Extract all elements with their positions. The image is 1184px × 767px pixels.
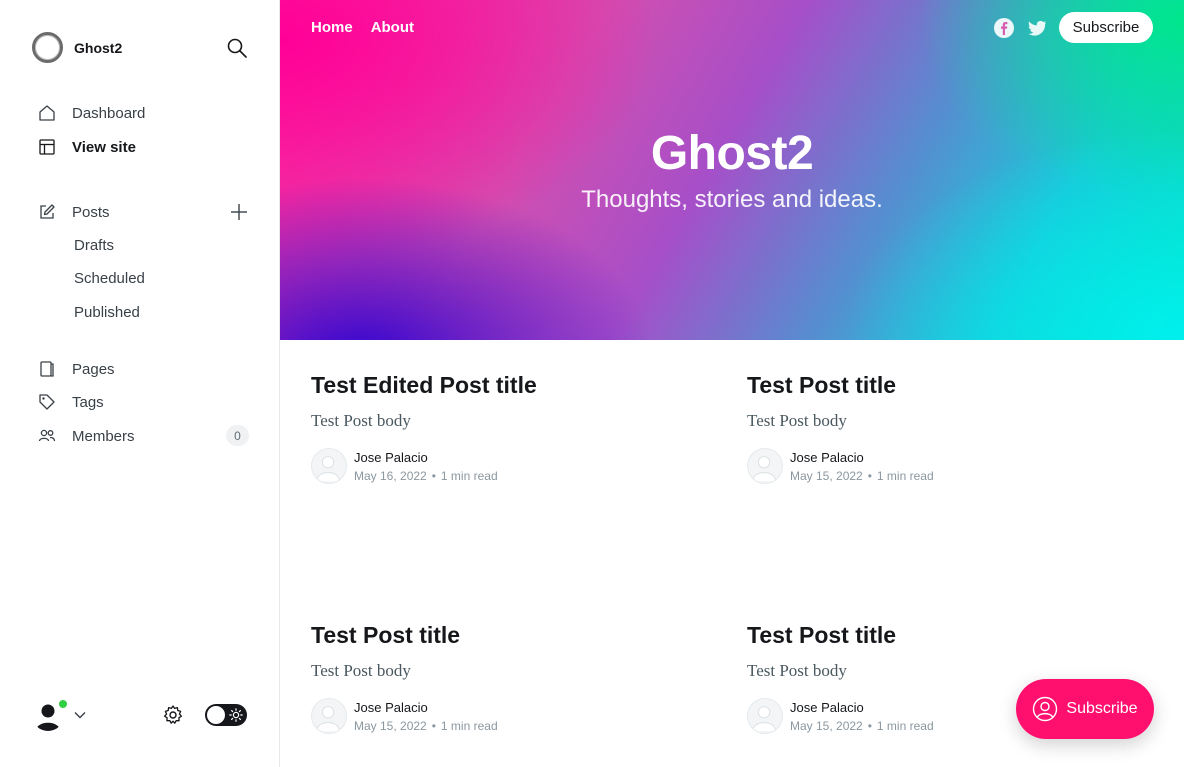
members-icon bbox=[38, 427, 56, 445]
nav-posts-label: Posts bbox=[72, 203, 110, 221]
post-meta: Jose Palacio May 15, 2022 • 1 min read bbox=[747, 448, 1147, 484]
reading-time: 1 min read bbox=[876, 718, 934, 733]
site-description: Thoughts, stories and ideas. bbox=[581, 186, 883, 213]
site-nav-home[interactable]: Home bbox=[311, 19, 353, 36]
nav-published[interactable]: Published bbox=[74, 304, 140, 321]
post-excerpt: Test Post body bbox=[747, 661, 847, 680]
admin-sidebar: Ghost2 Dashboard View site Posts Drafts … bbox=[0, 0, 280, 767]
author-avatar[interactable] bbox=[311, 698, 347, 734]
nav-posts[interactable]: Posts bbox=[38, 202, 110, 222]
posts-icon bbox=[38, 203, 56, 221]
author-name[interactable]: Jose Palacio bbox=[790, 450, 934, 465]
user-circle-icon bbox=[1032, 696, 1058, 722]
view-site-icon bbox=[38, 138, 56, 156]
post-date: May 16, 2022 bbox=[354, 468, 427, 483]
portal-subscribe-label: Subscribe bbox=[1066, 700, 1138, 717]
post-excerpt: Test Post body bbox=[311, 411, 411, 430]
portal-subscribe-button[interactable]: Subscribe bbox=[1016, 679, 1154, 739]
reading-time: 1 min read bbox=[876, 468, 934, 483]
dark-mode-toggle[interactable] bbox=[205, 704, 247, 726]
pages-icon bbox=[38, 360, 56, 378]
home-icon bbox=[38, 104, 56, 122]
nav-pages-label: Pages bbox=[72, 360, 115, 378]
nav-tags[interactable]: Tags bbox=[38, 392, 104, 412]
author-avatar[interactable] bbox=[311, 448, 347, 484]
chevron-down-icon[interactable] bbox=[73, 708, 87, 722]
nav-view-site[interactable]: View site bbox=[38, 137, 136, 157]
site-logo bbox=[32, 32, 63, 63]
header-subscribe-button[interactable]: Subscribe bbox=[1059, 12, 1153, 43]
author-name[interactable]: Jose Palacio bbox=[790, 700, 934, 715]
author-name[interactable]: Jose Palacio bbox=[354, 700, 498, 715]
post-meta: Jose Palacio May 16, 2022 • 1 min read bbox=[311, 448, 711, 484]
site-nav: Home About bbox=[311, 19, 414, 36]
post-excerpt: Test Post body bbox=[311, 661, 411, 680]
site-preview: Home About Subscribe Ghost2 Thoughts, st… bbox=[280, 0, 1184, 767]
nav-scheduled[interactable]: Scheduled bbox=[74, 270, 145, 287]
post-meta: Jose Palacio May 15, 2022 • 1 min read bbox=[311, 698, 711, 734]
author-avatar[interactable] bbox=[747, 448, 783, 484]
post-title[interactable]: Test Edited Post title bbox=[311, 372, 711, 399]
nav-tags-label: Tags bbox=[72, 393, 104, 411]
nav-view-site-label: View site bbox=[72, 138, 136, 156]
author-avatar[interactable] bbox=[747, 698, 783, 734]
site-header: Home About Subscribe Ghost2 Thoughts, st… bbox=[280, 0, 1184, 340]
site-nav-about[interactable]: About bbox=[371, 19, 414, 36]
sun-icon bbox=[229, 708, 243, 722]
twitter-icon[interactable] bbox=[1027, 18, 1047, 38]
post-date: May 15, 2022 bbox=[354, 718, 427, 733]
brand-name: Ghost2 bbox=[74, 39, 123, 56]
post-card[interactable]: Test Post title Test Post body Jose Pala… bbox=[747, 372, 1147, 484]
site-title: Ghost2 bbox=[650, 127, 814, 180]
nav-dashboard[interactable]: Dashboard bbox=[38, 103, 145, 123]
settings-icon[interactable] bbox=[162, 704, 184, 726]
tags-icon bbox=[38, 393, 56, 411]
nav-members[interactable]: Members bbox=[38, 426, 135, 446]
search-icon[interactable] bbox=[226, 37, 248, 59]
nav-pages[interactable]: Pages bbox=[38, 359, 115, 379]
nav-members-label: Members bbox=[72, 427, 135, 445]
brand[interactable]: Ghost2 bbox=[32, 32, 122, 63]
author-name[interactable]: Jose Palacio bbox=[354, 450, 498, 465]
facebook-icon[interactable] bbox=[994, 18, 1014, 38]
toggle-knob bbox=[207, 706, 225, 724]
members-count-badge: 0 bbox=[226, 425, 249, 446]
reading-time: 1 min read bbox=[440, 468, 498, 483]
post-title[interactable]: Test Post title bbox=[311, 622, 711, 649]
post-title[interactable]: Test Post title bbox=[747, 372, 1147, 399]
post-card[interactable]: Test Post title Test Post body Jose Pala… bbox=[311, 622, 711, 734]
online-status-dot bbox=[58, 699, 68, 709]
post-title[interactable]: Test Post title bbox=[747, 622, 1147, 649]
post-excerpt: Test Post body bbox=[747, 411, 847, 430]
plus-icon[interactable] bbox=[229, 202, 249, 222]
nav-drafts[interactable]: Drafts bbox=[74, 237, 114, 254]
post-date: May 15, 2022 bbox=[790, 718, 863, 733]
post-card[interactable]: Test Edited Post title Test Post body Jo… bbox=[311, 372, 711, 484]
nav-dashboard-label: Dashboard bbox=[72, 104, 146, 122]
reading-time: 1 min read bbox=[440, 718, 498, 733]
post-date: May 15, 2022 bbox=[790, 468, 863, 483]
